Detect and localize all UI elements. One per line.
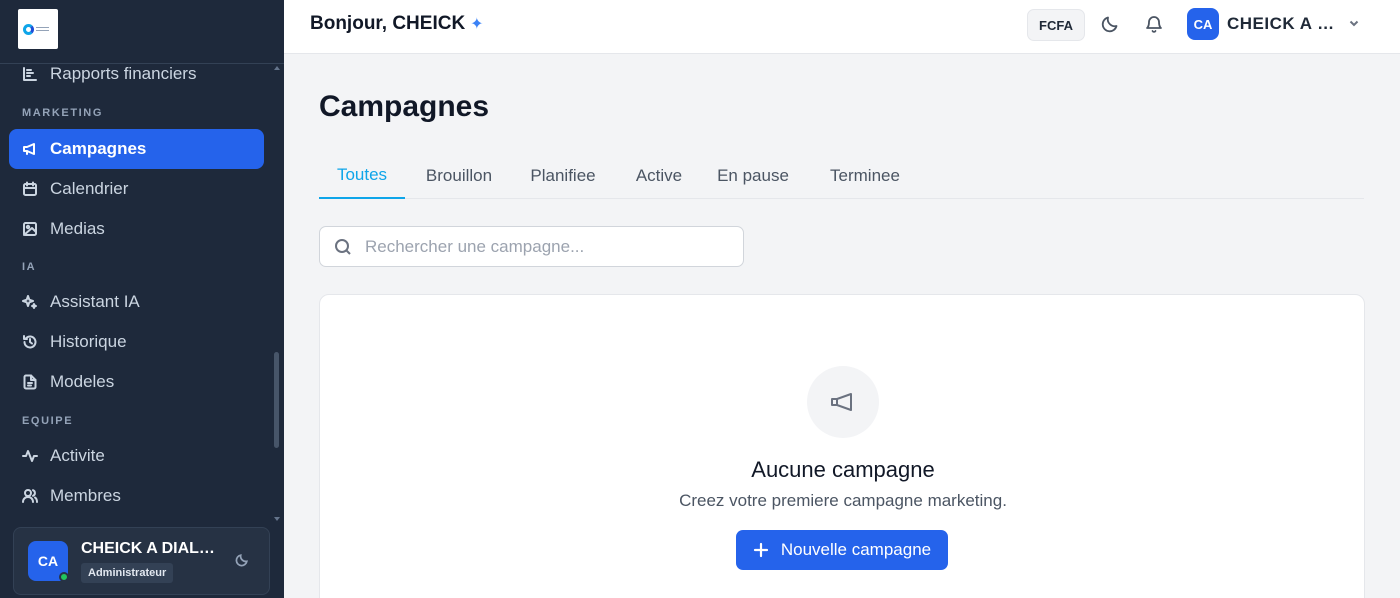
empty-state-title: Aucune campagne (751, 457, 935, 482)
users-icon (22, 488, 38, 504)
avatar[interactable]: CA (1187, 8, 1219, 40)
new-campaign-button[interactable]: Nouvelle campagne (736, 530, 948, 570)
sidebar-user-card[interactable]: CA CHEICK A DIALLO Administrateur (13, 527, 270, 595)
scroll-down-arrow[interactable] (274, 517, 280, 521)
user-name: CHEICK A DIALLO (81, 540, 216, 557)
sidebar-item-label: Assistant IA (50, 292, 140, 311)
image-icon (22, 221, 38, 237)
search-input[interactable] (365, 236, 725, 257)
moon-icon[interactable] (1100, 14, 1120, 34)
tab-planifiee[interactable]: Planifiee (523, 152, 603, 199)
search-box (319, 226, 744, 267)
history-icon (22, 334, 38, 350)
sidebar-item-label: Rapports financiers (50, 64, 197, 83)
sidebar-item-label: Membres (50, 486, 121, 505)
user-role-badge: Administrateur (81, 563, 174, 583)
sidebar-scrollbar[interactable] (274, 352, 279, 448)
sidebar-item-modeles[interactable]: Modeles (9, 362, 264, 402)
tab-brouillon[interactable]: Brouillon (419, 152, 499, 199)
plus-icon (753, 542, 769, 558)
sidebar-item-historique[interactable]: Historique (9, 322, 264, 362)
tab-terminee[interactable]: Terminee (823, 152, 907, 199)
greeting-text: Bonjour, CHEICK (310, 13, 466, 34)
top-bar: Bonjour, CHEICK ✦ FCFA CA CHEICK A DIALL… (284, 0, 1400, 54)
empty-state-card: Aucune campagne Creez votre premiere cam… (319, 294, 1365, 598)
sparkles-icon (22, 294, 38, 310)
tab-en-pause[interactable]: En pause (715, 152, 791, 199)
chevron-down-icon[interactable] (1347, 16, 1361, 30)
search-icon (333, 237, 353, 257)
tab-active[interactable]: Active (627, 152, 691, 199)
sidebar-item-assistant-ia[interactable]: Assistant IA (9, 282, 264, 322)
empty-state-subtitle: Creez votre premiere campagne marketing. (679, 491, 1007, 510)
sidebar-item-label: Campagnes (50, 139, 147, 158)
activity-icon (22, 448, 38, 464)
chart-icon (22, 66, 38, 82)
page-title: Campagnes (319, 90, 490, 123)
bell-icon[interactable] (1144, 14, 1164, 34)
sidebar-item-label: Historique (50, 332, 127, 351)
scroll-up-arrow[interactable] (274, 66, 280, 70)
sidebar-item-activite[interactable]: Activite (9, 436, 264, 476)
online-status-dot (59, 572, 69, 582)
tab-toutes[interactable]: Toutes (319, 152, 405, 199)
sidebar-item-label: Activite (50, 446, 105, 465)
file-icon (22, 374, 38, 390)
sidebar-item-medias[interactable]: Medias (9, 209, 264, 249)
sidebar-item-label: Calendrier (50, 179, 129, 198)
section-label-equipe: EQUIPE (22, 415, 74, 427)
section-label-marketing: MARKETING (22, 107, 104, 119)
megaphone-icon (807, 366, 879, 438)
sidebar: Rapports financiers MARKETING Campagnes … (0, 0, 284, 598)
sidebar-item-label: Medias (50, 219, 105, 238)
sidebar-item-label: Modeles (50, 372, 115, 391)
sidebar-item-campagnes[interactable]: Campagnes (9, 129, 264, 169)
calendar-icon (22, 181, 38, 197)
new-campaign-label: Nouvelle campagne (780, 540, 932, 559)
app-logo[interactable] (18, 9, 58, 49)
megaphone-icon (22, 141, 38, 157)
moon-icon[interactable] (235, 553, 251, 569)
sidebar-item-calendrier[interactable]: Calendrier (9, 169, 264, 209)
sidebar-item-membres[interactable]: Membres (9, 476, 264, 516)
status-tabs: Toutes Brouillon Planifiee Active En pau… (319, 152, 1364, 199)
sparkle-icon: ✦ (470, 16, 484, 33)
user-menu-name[interactable]: CHEICK A DIALLO (1227, 14, 1339, 34)
logo-mark (23, 21, 53, 37)
greeting: Bonjour, CHEICK ✦ (310, 13, 484, 35)
section-label-ia: IA (22, 261, 37, 273)
sidebar-item-rapports-financiers[interactable]: Rapports financiers (9, 54, 264, 94)
currency-button[interactable]: FCFA (1027, 9, 1085, 41)
